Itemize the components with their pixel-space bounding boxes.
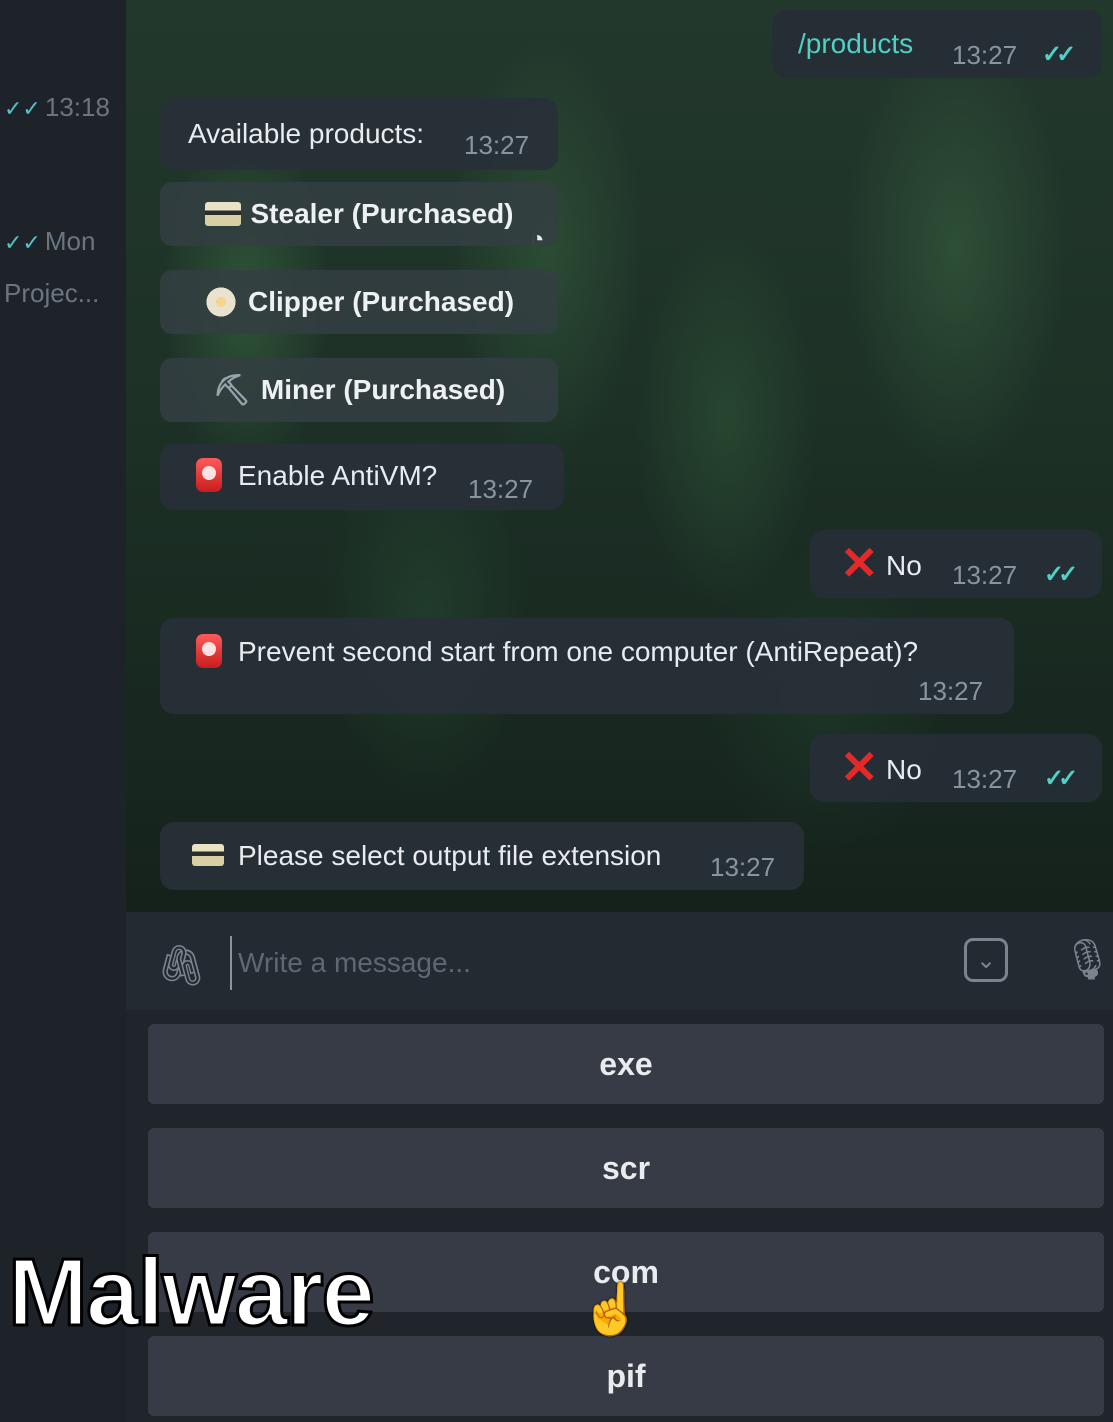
chat-preview: Projec...	[4, 278, 100, 308]
message-time: 13:27	[918, 676, 984, 706]
message-bubble-incoming: Please select output file extension 13:2…	[160, 822, 804, 890]
message-time: 13:27	[710, 852, 776, 882]
message-bubble-outgoing: ✕ No 13:27 ✓✓	[810, 530, 1102, 598]
inline-button-label: Clipper (Purchased)	[247, 286, 515, 317]
message-time: 13:27	[952, 764, 1018, 794]
siren-icon	[196, 458, 222, 492]
message-input[interactable]	[230, 936, 940, 990]
hand-cursor-icon: ☝	[580, 1281, 643, 1337]
red-x-icon: ✕	[840, 741, 879, 793]
clock-icon: ◔	[530, 226, 545, 253]
siren-icon	[196, 634, 222, 668]
chat-time: 13:18	[44, 92, 110, 122]
pickaxe-icon: ⛏	[212, 373, 251, 407]
chat-area: /products 13:27 ✓✓ Available products: 1…	[126, 0, 1113, 912]
message-bubble-outgoing: ✕ No 13:27 ✓✓	[810, 734, 1102, 802]
chat-time: Mon	[44, 226, 96, 256]
message-time: 13:27	[952, 40, 1018, 70]
message-bubble-incoming: Enable AntiVM? 13:27	[160, 444, 564, 510]
message-time: 13:27	[464, 130, 530, 160]
message-bubble-incoming: Prevent second start from one computer (…	[160, 618, 1014, 714]
message-text: No	[886, 754, 922, 785]
message-text: Please select output file extension	[238, 840, 662, 871]
double-check-icon: ✓✓	[4, 230, 41, 255]
reply-option-exe[interactable]: exe	[148, 1024, 1104, 1104]
overlay-caption: Malware	[7, 1238, 377, 1348]
message-text: Prevent second start from one computer (…	[238, 636, 919, 667]
chat-list-sidebar: ✓✓ 13:18 ✓✓ Mon Projec...	[0, 0, 126, 1422]
inline-button-miner[interactable]: ⛏ Miner (Purchased)	[160, 358, 558, 422]
flower-icon	[203, 285, 238, 319]
chat-list-item[interactable]: ✓✓ Mon	[4, 226, 95, 257]
credit-card-icon	[204, 202, 241, 226]
message-text: /products	[798, 28, 914, 59]
reply-keyboard: exe scr com pif	[126, 1010, 1113, 1422]
keyboard-toggle-icon[interactable]: ⌄	[964, 938, 1008, 982]
clapper-icon	[192, 844, 224, 866]
inline-button-clipper[interactable]: Clipper (Purchased)	[160, 270, 558, 334]
paperclip-icon[interactable]: 🖇	[156, 942, 207, 989]
inline-button-label: Miner (Purchased)	[260, 374, 506, 405]
message-text: Available products:	[188, 118, 425, 149]
message-bubble-incoming: Available products: 13:27	[160, 98, 558, 170]
message-bubble-outgoing: /products 13:27 ✓✓	[772, 10, 1102, 78]
chat-list-item[interactable]: ✓✓ 13:18	[4, 92, 110, 123]
microphone-icon[interactable]: 🎙	[1062, 936, 1113, 983]
read-checks-icon: ✓✓	[1044, 561, 1078, 588]
message-composer: 🖇 ⌄ 🎙	[126, 912, 1113, 1010]
message-time: 13:27	[468, 474, 534, 504]
reply-option-scr[interactable]: scr	[148, 1128, 1104, 1208]
message-text: Enable AntiVM?	[238, 460, 438, 491]
read-checks-icon: ✓✓	[1042, 41, 1076, 68]
inline-button-label: Stealer (Purchased)	[250, 198, 514, 229]
double-check-icon: ✓✓	[4, 96, 41, 121]
red-x-icon: ✕	[840, 537, 879, 589]
reply-option-pif[interactable]: pif	[148, 1336, 1104, 1416]
message-text: No	[886, 550, 922, 581]
read-checks-icon: ✓✓	[1044, 765, 1078, 792]
message-time: 13:27	[952, 560, 1018, 590]
inline-button-stealer[interactable]: Stealer (Purchased)	[160, 182, 558, 246]
